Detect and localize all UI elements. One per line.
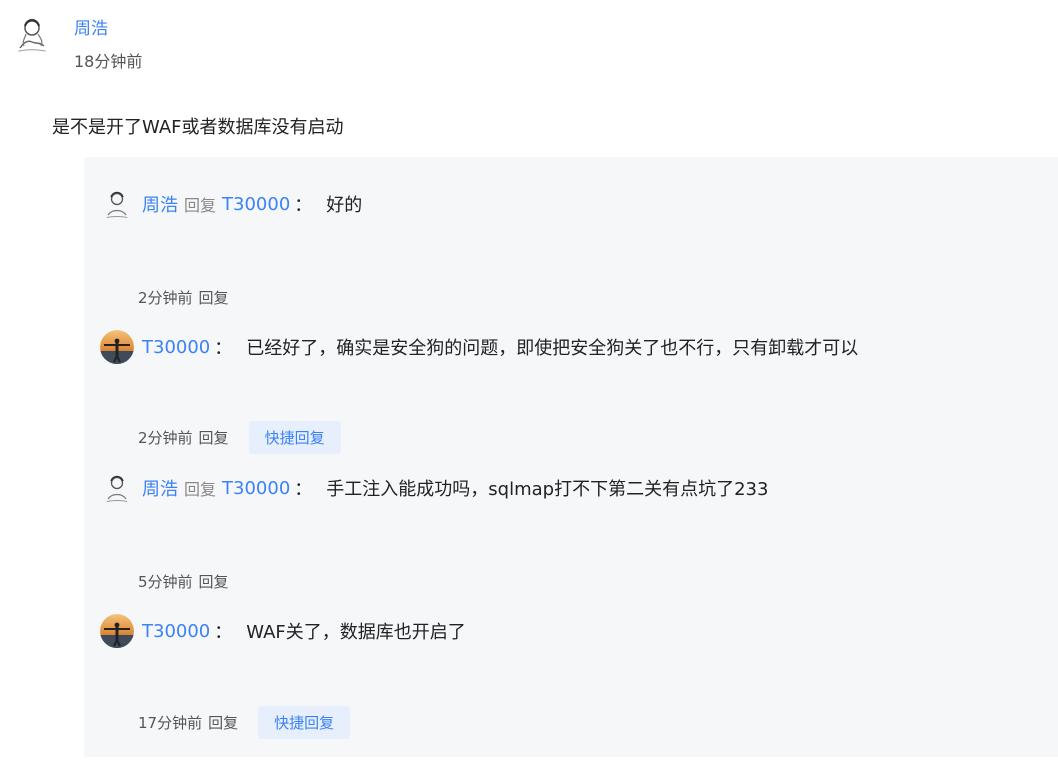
reply-timestamp: 17分钟前 bbox=[138, 713, 203, 732]
quick-reply-button[interactable]: 快捷回复 bbox=[248, 420, 341, 454]
sketch-avatar-icon bbox=[100, 187, 134, 221]
reply-keyword: 回复 bbox=[184, 196, 217, 215]
reply-text: 手工注入能成功吗，sqlmap打不下第二关有点坑了233 bbox=[326, 479, 769, 500]
reply-author-link[interactable]: 周浩 bbox=[142, 191, 178, 217]
sketch-avatar-icon bbox=[100, 471, 134, 505]
reply-colon: ： bbox=[214, 338, 233, 359]
reply-author-link[interactable]: T30000 bbox=[142, 621, 210, 642]
reply-item: 周浩 回复 T30000 ： 好的 bbox=[100, 187, 362, 221]
reply-button[interactable]: 回复 bbox=[199, 571, 229, 592]
sketch-avatar-icon bbox=[10, 12, 54, 56]
reply-item: 周浩 回复 T30000 ： 手工注入能成功吗，sqlmap打不下第二关有点坑了… bbox=[100, 471, 768, 505]
reply-author-link[interactable]: 周浩 bbox=[142, 475, 178, 501]
reply-author-avatar[interactable] bbox=[100, 187, 134, 221]
comment-timestamp: 18分钟前 bbox=[74, 52, 143, 71]
reply-button[interactable]: 回复 bbox=[199, 427, 229, 448]
reply-keyword: 回复 bbox=[184, 480, 217, 499]
reply-text: WAF关了，数据库也开启了 bbox=[246, 622, 466, 643]
reply-text: 已经好了，确实是安全狗的问题，即使把安全狗关了也不行，只有卸载才可以 bbox=[246, 338, 859, 359]
reply-text: 好的 bbox=[326, 195, 363, 216]
reply-meta: 2分钟前 回复 快捷回复 bbox=[138, 420, 341, 454]
reply-meta: 5分钟前 回复 bbox=[138, 566, 229, 596]
author-avatar[interactable] bbox=[10, 12, 54, 56]
reply-colon: ： bbox=[214, 622, 233, 643]
quick-reply-button[interactable]: 快捷回复 bbox=[258, 705, 351, 739]
replies-panel bbox=[84, 157, 1058, 757]
reply-button[interactable]: 回复 bbox=[208, 712, 238, 733]
reply-meta: 17分钟前 回复 快捷回复 bbox=[138, 705, 351, 739]
reply-colon: ： bbox=[294, 195, 313, 216]
reply-author-avatar[interactable] bbox=[100, 614, 134, 648]
reply-target-link[interactable]: T30000 bbox=[222, 194, 290, 215]
reply-author-avatar[interactable] bbox=[100, 330, 134, 364]
reply-item: T30000 ： 已经好了，确实是安全狗的问题，即使把安全狗关了也不行，只有卸载… bbox=[100, 330, 858, 364]
reply-meta: 2分钟前 回复 bbox=[138, 282, 229, 312]
reply-target-link[interactable]: T30000 bbox=[222, 478, 290, 499]
comment-author-link[interactable]: 周浩 bbox=[74, 14, 108, 39]
reply-timestamp: 2分钟前 bbox=[138, 288, 193, 307]
reply-button[interactable]: 回复 bbox=[199, 287, 229, 308]
reply-colon: ： bbox=[294, 479, 313, 500]
reply-author-avatar[interactable] bbox=[100, 471, 134, 505]
reply-item: T30000 ： WAF关了，数据库也开启了 bbox=[100, 614, 466, 648]
sunset-avatar-icon bbox=[100, 330, 134, 364]
reply-timestamp: 2分钟前 bbox=[138, 428, 193, 447]
reply-author-link[interactable]: T30000 bbox=[142, 337, 210, 358]
comment-content: 是不是开了WAF或者数据库没有启动 bbox=[52, 117, 344, 138]
reply-timestamp: 5分钟前 bbox=[138, 572, 193, 591]
sunset-avatar-icon bbox=[100, 614, 134, 648]
